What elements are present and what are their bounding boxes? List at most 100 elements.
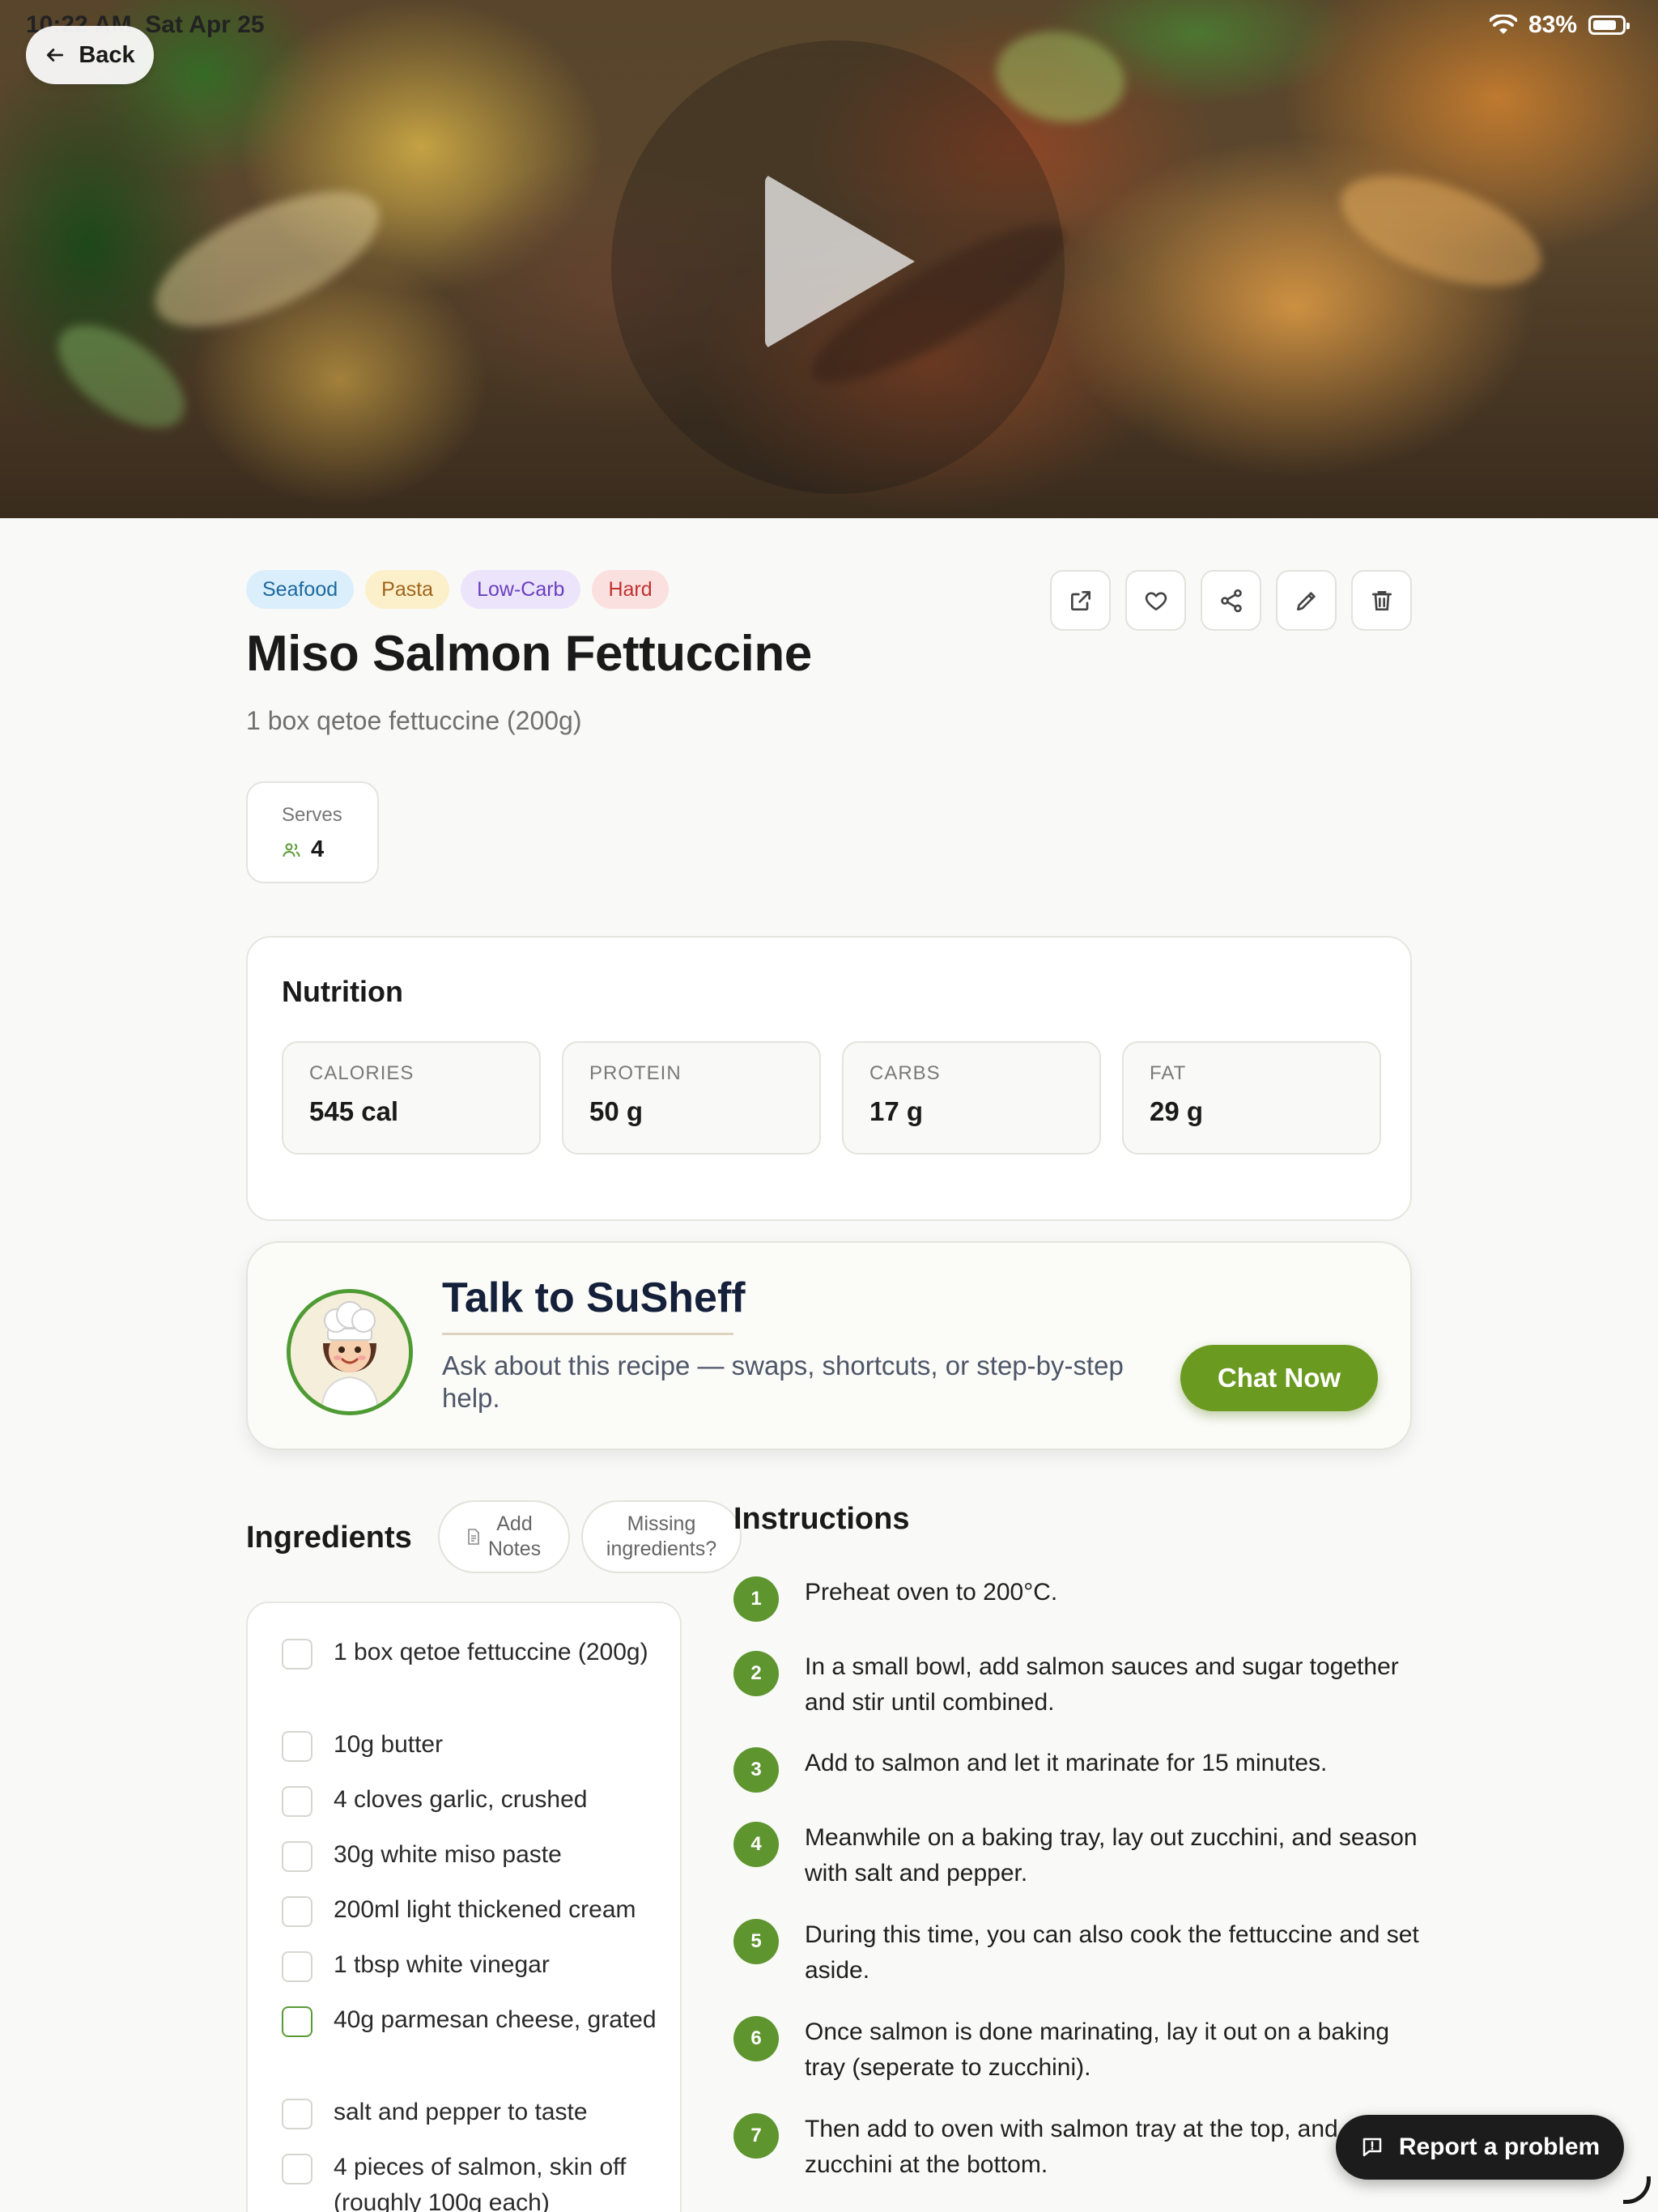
recipe-hero-video[interactable] [0,0,1658,518]
step-number: 2 [733,1651,779,1696]
add-notes-label: Add Notes [487,1512,542,1560]
report-problem-button[interactable]: Report a problem [1336,2115,1624,2180]
ingredient-item[interactable]: 40g parmesan cheese, grated [282,2005,657,2038]
instruction-step: 1 Preheat oven to 200°C. [733,1576,1420,1622]
step-number: 7 [733,2113,779,2159]
nutrition-protein: PROTEIN 50 g [562,1041,821,1155]
ingredient-checkbox[interactable] [282,1639,312,1670]
tag-low-carb[interactable]: Low-Carb [461,570,581,609]
nutrition-value: 545 cal [309,1096,399,1126]
missing-ingredients-label: Missing ingredients? [606,1512,717,1560]
ingredient-text: 1 tbsp white vinegar [334,1951,550,1978]
tag-seafood[interactable]: Seafood [246,570,355,609]
step-number: 6 [733,2016,779,2061]
trash-icon [1371,590,1392,610]
step-number: 5 [733,1919,779,1964]
edit-button[interactable] [1276,570,1337,631]
step-text: Then add to oven with salmon tray at the… [805,2116,1338,2178]
nutrition-value: 17 g [869,1096,924,1126]
instruction-step: 3 Add to salmon and let it marinate for … [733,1747,1420,1793]
chat-now-button[interactable]: Chat Now [1180,1345,1378,1411]
step-number: 1 [733,1576,779,1622]
instruction-step: 5 During this time, you can also cook th… [733,1919,1420,1989]
assistant-chat-card: Talk to SuSheff Ask about this recipe — … [246,1241,1412,1450]
delete-button[interactable] [1351,570,1412,631]
external-link-icon [1070,590,1090,610]
ingredient-item[interactable]: 4 cloves garlic, crushed [282,1784,657,1818]
step-text: In a small bowl, add salmon sauces and s… [805,1653,1399,1716]
serves-label: Serves [282,804,342,826]
nutrition-label: CALORIES [309,1062,414,1084]
ingredient-checkbox[interactable] [282,1896,312,1927]
play-icon[interactable] [765,174,915,349]
back-label: Back [79,41,135,68]
share-button[interactable] [1201,570,1261,631]
ingredient-checkbox[interactable] [282,1731,312,1762]
nutrition-carbs: CARBS 17 g [842,1041,1101,1155]
ingredients-title: Ingredients [246,1521,412,1555]
add-notes-button[interactable]: Add Notes [438,1500,570,1573]
step-text: Meanwhile on a baking tray, lay out zucc… [805,1824,1418,1887]
ingredient-text: 10g butter [334,1731,444,1758]
back-button[interactable]: Back [26,26,154,84]
instruction-step: 4 Meanwhile on a baking tray, lay out zu… [733,1822,1420,1891]
ingredient-checkbox[interactable] [282,1786,312,1817]
ingredient-checkbox[interactable] [282,2099,312,2129]
ingredient-item[interactable]: 1 tbsp white vinegar [282,1950,657,1983]
battery-icon [1588,15,1630,35]
share-icon [1220,589,1242,612]
ingredients-list: 1 box qetoe fettuccine (200g) 10g butter… [246,1602,682,2212]
instruction-step: 6 Once salmon is done marinating, lay it… [733,2016,1420,2086]
chef-illustration [291,1293,409,1411]
step-text: Preheat oven to 200°C. [805,1579,1058,1606]
ingredient-text: 30g white miso paste [334,1841,562,1868]
nutrition-value: 29 g [1150,1096,1204,1126]
ingredient-item[interactable]: 1 box qetoe fettuccine (200g) [282,1637,657,1670]
note-icon [468,1529,479,1545]
wifi-icon [1489,15,1517,34]
recipe-actions [1050,570,1412,631]
nutrition-label: PROTEIN [589,1062,682,1084]
instruction-step: 7 Then add to oven with salmon tray at t… [733,2113,1420,2183]
nutrition-calories: CALORIES 545 cal [282,1041,541,1155]
chat-description: Ask about this recipe — swaps, shortcuts… [442,1351,1124,1413]
step-text: Once salmon is done marinating, lay it o… [805,2018,1390,2081]
chat-title: Talk to SuSheff [442,1274,746,1321]
missing-ingredients-button[interactable]: Missing ingredients? [581,1500,742,1573]
ingredient-text: 4 cloves garlic, crushed [334,1786,588,1813]
open-external-button[interactable] [1050,570,1111,631]
nutrition-label: FAT [1150,1062,1187,1084]
ingredient-checkbox[interactable] [282,2006,312,2037]
step-number: 3 [733,1747,779,1793]
nutrition-label: CARBS [869,1062,941,1084]
ingredient-item[interactable]: 200ml light thickened cream [282,1895,657,1928]
ingredient-text: 4 pieces of salmon, skin off (roughly 10… [334,2154,627,2212]
ingredient-checkbox[interactable] [282,2154,312,2184]
favorite-button[interactable] [1125,570,1186,631]
step-text: Add to salmon and let it marinate for 15… [805,1750,1328,1776]
ingredient-item[interactable]: 30g white miso paste [282,1840,657,1873]
chef-avatar [287,1289,413,1415]
step-number: 4 [733,1822,779,1867]
instructions-title: Instructions [733,1502,910,1536]
heart-icon [1145,591,1167,610]
recipe-tags: Seafood Pasta Low-Carb Hard [246,570,669,609]
ingredient-item[interactable]: 10g butter [282,1729,657,1763]
edit-icon [1296,591,1316,610]
battery-percent: 83% [1528,11,1577,38]
nutrition-title: Nutrition [282,975,403,1008]
ingredient-text: salt and pepper to taste [334,2099,588,2125]
ingredient-checkbox[interactable] [282,1841,312,1872]
instruction-step: 2 In a small bowl, add salmon sauces and… [733,1651,1420,1721]
resize-handle-icon [1623,2176,1651,2204]
tag-pasta[interactable]: Pasta [365,570,450,609]
ingredient-text: 1 box qetoe fettuccine (200g) [334,1639,648,1665]
tag-difficulty[interactable]: Hard [592,570,669,609]
report-label: Report a problem [1398,2133,1601,2160]
nutrition-value: 50 g [589,1096,644,1126]
ingredient-item[interactable]: 4 pieces of salmon, skin off (roughly 10… [282,2152,657,2212]
recipe-title: Miso Salmon Fettuccine [246,626,812,682]
ingredient-item[interactable]: salt and pepper to taste [282,2097,657,2130]
recipe-subtitle: 1 box qetoe fettuccine (200g) [246,706,582,735]
ingredient-checkbox[interactable] [282,1951,312,1982]
